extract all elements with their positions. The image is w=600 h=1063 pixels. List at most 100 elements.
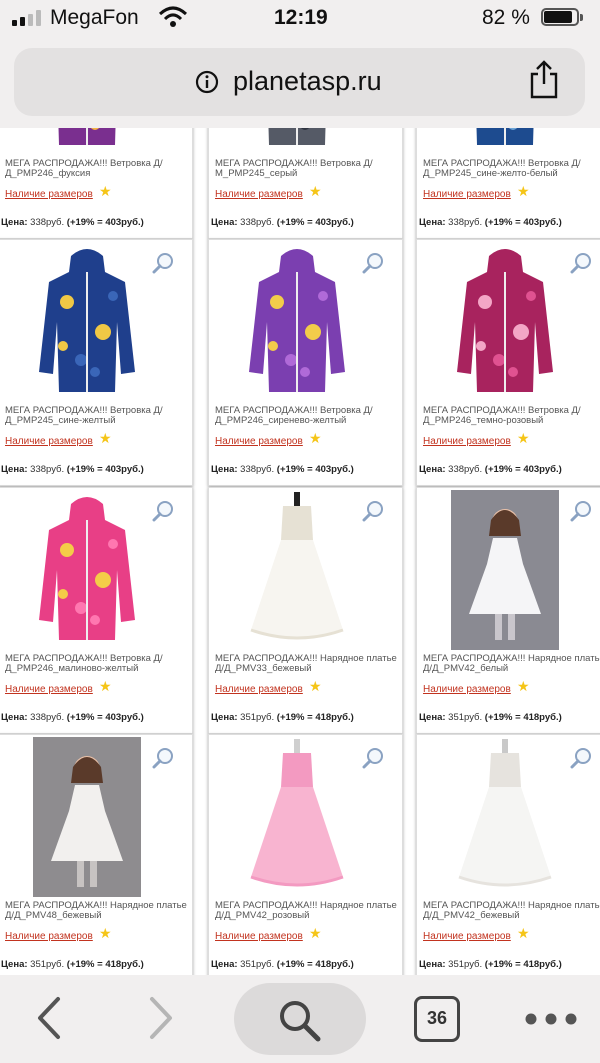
product-card[interactable]: МЕГА РАСПРОДАЖА!!! Нарядное платье Д/Д_P…: [208, 734, 403, 975]
zoom-icon[interactable]: [570, 252, 592, 274]
product-title[interactable]: МЕГА РАСПРОДАЖА!!! Ветровка Д/Д_PMP246_м…: [5, 654, 191, 673]
info-icon[interactable]: [195, 70, 219, 94]
zoom-icon[interactable]: [152, 747, 174, 769]
zoom-icon[interactable]: [362, 252, 384, 274]
star-icon[interactable]: ★: [517, 678, 530, 695]
product-price: Цена: 338руб. (+19% = 403руб.): [419, 217, 562, 228]
star-icon[interactable]: ★: [99, 183, 112, 200]
search-button[interactable]: [234, 983, 366, 1055]
tabs-count: 36: [426, 1008, 448, 1028]
price-label: Цена:: [1, 464, 28, 475]
zoom-icon[interactable]: [362, 747, 384, 769]
product-card[interactable]: МЕГА РАСПРОДАЖА!!! Ветровка Д/Д_PMP245_с…: [0, 239, 193, 486]
star-icon[interactable]: ★: [517, 183, 530, 200]
product-photo[interactable]: [243, 490, 351, 650]
product-price: Цена: 351руб. (+19% = 418руб.): [419, 712, 562, 723]
clock: 12:19: [274, 6, 328, 29]
price-value: 338руб.: [30, 464, 65, 475]
product-card[interactable]: МЕГА РАСПРОДАЖА!!! Ветровка Д/М_PMP245_с…: [208, 128, 403, 239]
product-photo[interactable]: [33, 490, 141, 650]
signal-icon: [12, 10, 46, 26]
product-card[interactable]: МЕГА РАСПРОДАЖА!!! Ветровка Д/Д_PMP246_ф…: [0, 128, 193, 239]
url-domain[interactable]: planetasp.ru: [233, 66, 382, 97]
product-card[interactable]: МЕГА РАСПРОДАЖА!!! Нарядное платье Д/Д_P…: [416, 487, 600, 734]
product-title[interactable]: МЕГА РАСПРОДАЖА!!! Ветровка Д/Д_PMP246_т…: [423, 406, 600, 425]
price-value: 338руб.: [240, 217, 275, 228]
availability-link[interactable]: Наличие размеров: [423, 684, 511, 695]
price-with-vat: (+19% = 403руб.): [66, 712, 144, 723]
zoom-icon[interactable]: [362, 500, 384, 522]
product-card[interactable]: МЕГА РАСПРОДАЖА!!! Ветровка Д/Д_PMP245_с…: [416, 128, 600, 239]
availability-link[interactable]: Наличие размеров: [423, 436, 511, 447]
availability-link[interactable]: Наличие размеров: [215, 931, 303, 942]
product-title[interactable]: МЕГА РАСПРОДАЖА!!! Нарядное платье Д/Д_P…: [215, 654, 401, 673]
price-with-vat: (+19% = 418руб.): [484, 959, 562, 970]
availability-link[interactable]: Наличие размеров: [5, 436, 93, 447]
product-photo[interactable]: [451, 490, 559, 650]
star-icon[interactable]: ★: [309, 925, 322, 942]
product-title[interactable]: МЕГА РАСПРОДАЖА!!! Ветровка Д/Д_PMP245_с…: [423, 159, 600, 178]
product-photo[interactable]: [243, 128, 351, 155]
product-card[interactable]: МЕГА РАСПРОДАЖА!!! Ветровка Д/Д_PMP246_м…: [0, 487, 193, 734]
product-card[interactable]: МЕГА РАСПРОДАЖА!!! Ветровка Д/Д_PMP246_с…: [208, 239, 403, 486]
zoom-icon[interactable]: [152, 252, 174, 274]
price-label: Цена:: [211, 217, 238, 228]
product-photo[interactable]: [33, 242, 141, 402]
price-with-vat: (+19% = 418руб.): [276, 959, 354, 970]
price-label: Цена:: [1, 959, 28, 970]
product-title[interactable]: МЕГА РАСПРОДАЖА!!! Ветровка Д/Д_PMP246_с…: [215, 406, 401, 425]
availability-link[interactable]: Наличие размеров: [5, 189, 93, 200]
availability-link[interactable]: Наличие размеров: [5, 931, 93, 942]
product-photo[interactable]: [33, 128, 141, 155]
star-icon[interactable]: ★: [99, 925, 112, 942]
product-photo[interactable]: [451, 737, 559, 897]
product-card[interactable]: МЕГА РАСПРОДАЖА!!! Ветровка Д/Д_PMP246_т…: [416, 239, 600, 486]
address-bar[interactable]: planetasp.ru: [14, 48, 585, 116]
forward-icon[interactable]: [146, 995, 176, 1041]
price-with-vat: (+19% = 403руб.): [484, 217, 562, 228]
zoom-icon[interactable]: [152, 500, 174, 522]
availability-link[interactable]: Наличие размеров: [215, 684, 303, 695]
availability-link[interactable]: Наличие размеров: [215, 189, 303, 200]
product-photo[interactable]: [33, 737, 141, 897]
product-photo[interactable]: [243, 242, 351, 402]
search-icon: [276, 997, 324, 1045]
star-icon[interactable]: ★: [309, 430, 322, 447]
product-card[interactable]: МЕГА РАСПРОДАЖА!!! Нарядное платье Д/Д_P…: [208, 487, 403, 734]
price-label: Цена:: [419, 959, 446, 970]
product-photo[interactable]: [243, 737, 351, 897]
price-label: Цена:: [211, 712, 238, 723]
product-title[interactable]: МЕГА РАСПРОДАЖА!!! Ветровка Д/М_PMP245_с…: [215, 159, 401, 178]
tabs-button[interactable]: 36: [414, 996, 460, 1042]
more-icon[interactable]: [524, 1011, 578, 1027]
star-icon[interactable]: ★: [309, 183, 322, 200]
price-value: 351руб.: [448, 712, 483, 723]
star-icon[interactable]: ★: [99, 678, 112, 695]
price-value: 338руб.: [240, 464, 275, 475]
product-title[interactable]: МЕГА РАСПРОДАЖА!!! Нарядное платье Д/Д_P…: [5, 901, 191, 920]
zoom-icon[interactable]: [570, 747, 592, 769]
availability-link[interactable]: Наличие размеров: [215, 436, 303, 447]
price-value: 338руб.: [448, 464, 483, 475]
product-photo[interactable]: [451, 128, 559, 155]
availability-link[interactable]: Наличие размеров: [5, 684, 93, 695]
zoom-icon[interactable]: [570, 500, 592, 522]
product-title[interactable]: МЕГА РАСПРОДАЖА!!! Нарядное платье Д/Д_P…: [215, 901, 401, 920]
star-icon[interactable]: ★: [517, 925, 530, 942]
star-icon[interactable]: ★: [517, 430, 530, 447]
availability-link[interactable]: Наличие размеров: [423, 189, 511, 200]
share-icon[interactable]: [528, 60, 560, 100]
product-title[interactable]: МЕГА РАСПРОДАЖА!!! Ветровка Д/Д_PMP246_ф…: [5, 159, 191, 178]
product-price: Цена: 338руб. (+19% = 403руб.): [211, 464, 354, 475]
availability-link[interactable]: Наличие размеров: [423, 931, 511, 942]
star-icon[interactable]: ★: [309, 678, 322, 695]
product-title[interactable]: МЕГА РАСПРОДАЖА!!! Нарядное платье Д/Д_P…: [423, 901, 600, 920]
product-title[interactable]: МЕГА РАСПРОДАЖА!!! Ветровка Д/Д_PMP245_с…: [5, 406, 191, 425]
star-icon[interactable]: ★: [99, 430, 112, 447]
back-icon[interactable]: [34, 995, 64, 1041]
price-label: Цена:: [419, 217, 446, 228]
product-photo[interactable]: [451, 242, 559, 402]
product-card[interactable]: МЕГА РАСПРОДАЖА!!! Нарядное платье Д/Д_P…: [416, 734, 600, 975]
product-card[interactable]: МЕГА РАСПРОДАЖА!!! Нарядное платье Д/Д_P…: [0, 734, 193, 975]
product-title[interactable]: МЕГА РАСПРОДАЖА!!! Нарядное платье Д/Д_P…: [423, 654, 600, 673]
